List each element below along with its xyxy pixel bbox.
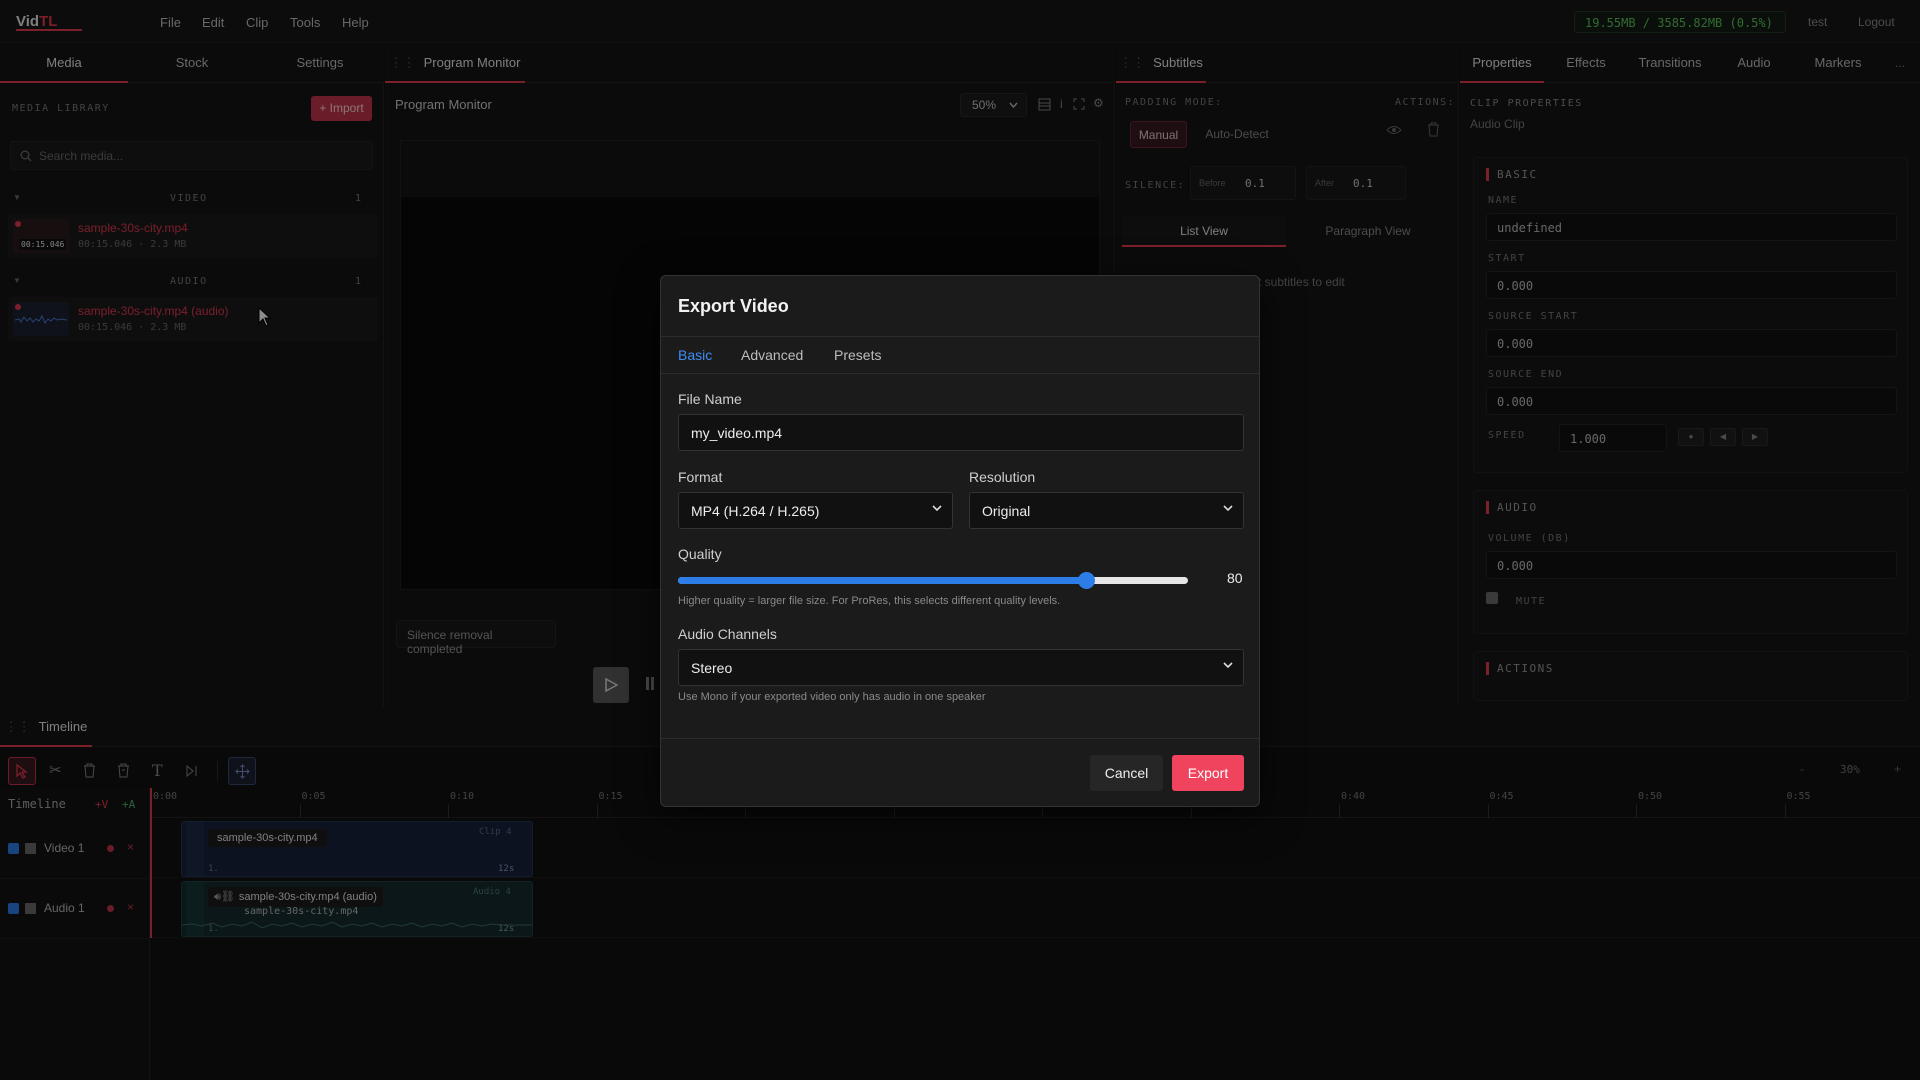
format-select[interactable]: MP4 (H.264 / H.265)	[678, 492, 953, 529]
quality-label: Quality	[678, 546, 722, 562]
chevron-down-icon	[1223, 662, 1233, 669]
dialog-tabs: Basic Advanced Presets	[661, 336, 1259, 374]
chevron-down-icon	[932, 505, 942, 512]
quality-slider[interactable]	[678, 572, 1188, 589]
format-label: Format	[678, 469, 723, 485]
quality-hint: Higher quality = larger file size. For P…	[678, 595, 1061, 607]
export-button[interactable]: Export	[1172, 755, 1244, 791]
dialog-title: Export Video	[678, 296, 789, 316]
chevron-down-icon	[1223, 505, 1233, 512]
quality-slider-fill	[678, 577, 1086, 584]
tab-basic[interactable]: Basic	[678, 347, 712, 363]
quality-slider-thumb[interactable]	[1078, 572, 1095, 589]
audio-channels-select[interactable]: Stereo	[678, 649, 1244, 686]
audio-channels-label: Audio Channels	[678, 626, 777, 642]
resolution-label: Resolution	[969, 469, 1036, 485]
resolution-select[interactable]: Original	[969, 492, 1244, 529]
cancel-button[interactable]: Cancel	[1090, 755, 1163, 791]
dialog-footer-divider	[661, 738, 1259, 739]
file-name-input[interactable]: my_video.mp4	[678, 414, 1244, 451]
file-name-label: File Name	[678, 391, 742, 407]
audio-channels-hint: Use Mono if your exported video only has…	[678, 691, 986, 703]
quality-value: 80	[1227, 570, 1243, 586]
export-dialog: Export Video Basic Advanced Presets File…	[660, 275, 1260, 807]
tab-presets[interactable]: Presets	[834, 347, 881, 363]
tab-advanced[interactable]: Advanced	[741, 347, 803, 363]
